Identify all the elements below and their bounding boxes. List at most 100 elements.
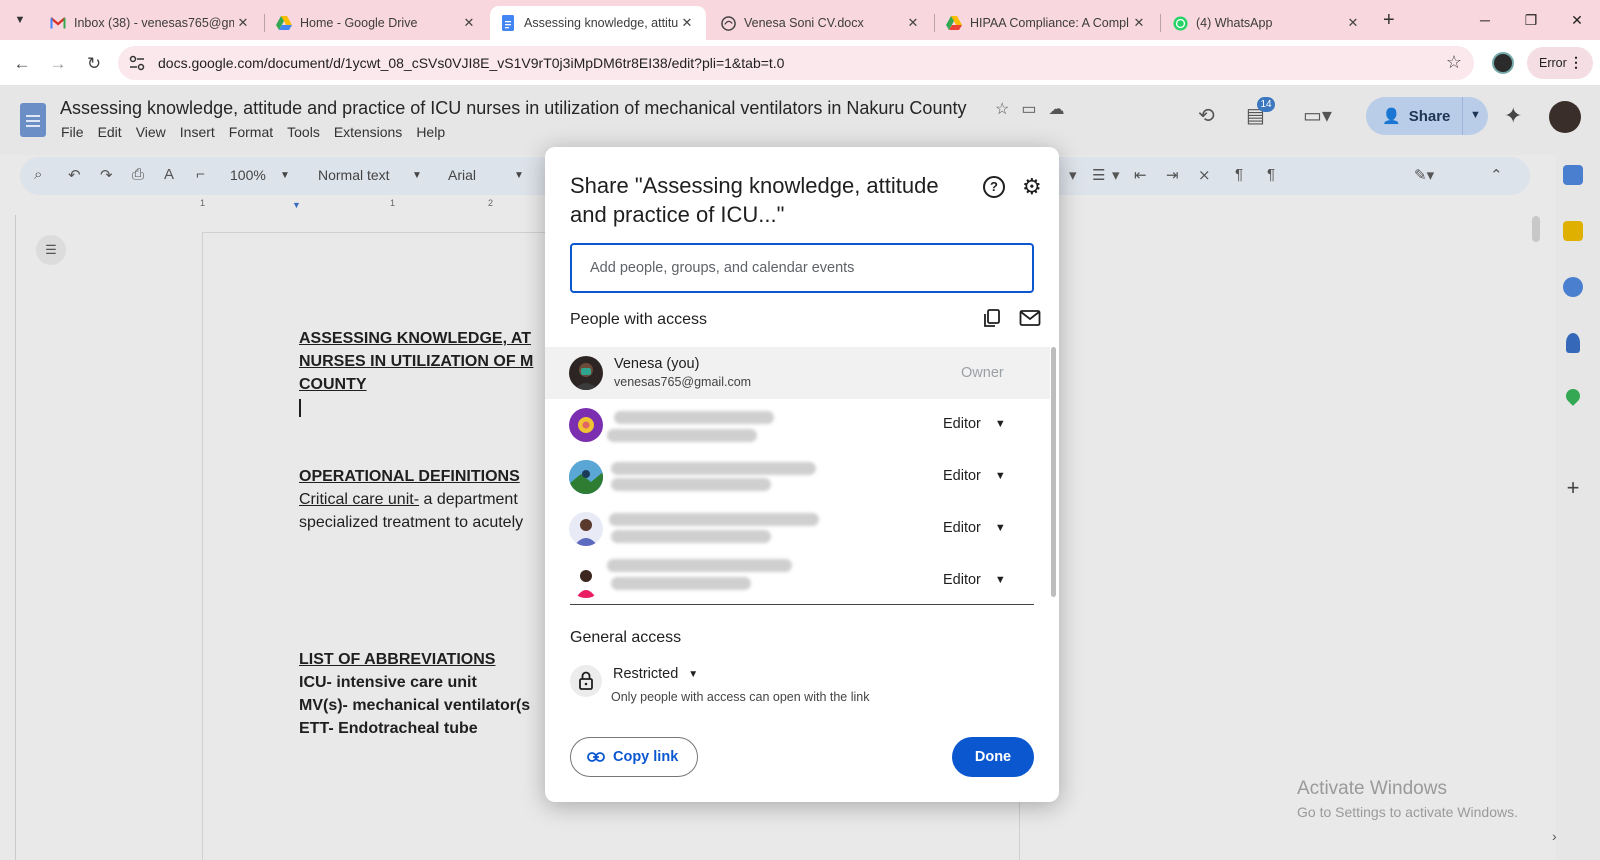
back-icon[interactable]: ←: [10, 52, 34, 76]
spellcheck-icon[interactable]: A: [164, 166, 174, 183]
help-icon[interactable]: ?: [983, 176, 1005, 198]
font-select[interactable]: Arial: [448, 167, 476, 183]
paint-format-icon[interactable]: ⌐: [196, 166, 205, 183]
move-folder-icon[interactable]: ▭: [1021, 99, 1036, 119]
hide-menus-icon[interactable]: ⌃: [1490, 166, 1503, 184]
restore-icon[interactable]: ❐: [1516, 8, 1546, 32]
tab-cv-docx[interactable]: Venesa Soni CV.docx ✕: [710, 6, 932, 40]
gemini-sparkle-icon[interactable]: ✦: [1504, 103, 1522, 129]
star-icon[interactable]: ☆: [995, 99, 1009, 119]
doc-paragraph-line[interactable]: specialized treatment to acutely: [299, 514, 523, 532]
doc-scrollbar[interactable]: [1532, 216, 1540, 242]
bookmark-star-icon[interactable]: ☆: [1446, 52, 1462, 73]
role-dropdown[interactable]: Editor ▼: [943, 572, 1006, 588]
profile-avatar[interactable]: [1492, 52, 1514, 74]
add-people-input[interactable]: [570, 243, 1034, 293]
outline-icon[interactable]: ☰: [36, 235, 66, 265]
doc-abbrev-line[interactable]: ICU- intensive care unit: [299, 674, 477, 692]
version-history-icon[interactable]: ⟲: [1198, 103, 1215, 128]
search-menus-icon[interactable]: ⌕: [34, 166, 42, 183]
tab-hipaa[interactable]: HIPAA Compliance: A Compl ✕: [936, 6, 1158, 40]
zoom-select[interactable]: 100%: [230, 167, 266, 183]
contacts-icon[interactable]: [1566, 333, 1580, 353]
site-settings-icon[interactable]: [128, 54, 146, 72]
font-caret-icon[interactable]: ▼: [514, 170, 524, 181]
role-dropdown[interactable]: Editor ▼: [943, 520, 1006, 536]
doc-heading-line[interactable]: COUNTY: [299, 376, 367, 394]
document-title[interactable]: Assessing knowledge, attitude and practi…: [60, 98, 966, 119]
increase-indent-icon[interactable]: ⇥: [1166, 166, 1179, 184]
rtl-paragraph-icon[interactable]: ¶: [1267, 166, 1275, 183]
tab-search-icon[interactable]: ▼: [8, 8, 32, 32]
doc-heading-line[interactable]: NURSES IN UTILIZATION OF M: [299, 353, 533, 371]
url-text[interactable]: docs.google.com/document/d/1ycwt_08_cSVs…: [158, 55, 784, 71]
tab-close-icon[interactable]: ✕: [1344, 15, 1362, 31]
numbered-list-icon[interactable]: ☰: [1092, 166, 1105, 184]
editing-mode-icon[interactable]: ✎▾: [1414, 166, 1434, 184]
email-people-icon[interactable]: [1019, 308, 1041, 328]
profile-error-button[interactable]: Error ⋮: [1527, 47, 1593, 79]
zoom-caret-icon[interactable]: ▼: [280, 170, 290, 181]
share-button[interactable]: 👤 Share ▼: [1366, 97, 1488, 135]
copy-link-button[interactable]: Copy link: [570, 737, 698, 777]
tab-whatsapp[interactable]: (4) WhatsApp ✕: [1162, 6, 1372, 40]
undo-icon[interactable]: ↶: [68, 166, 81, 184]
doc-abbrev-line[interactable]: MV(s)- mechanical ventilator(s: [299, 697, 530, 715]
clear-formatting-icon[interactable]: ⨯: [1198, 166, 1211, 184]
style-caret-icon[interactable]: ▼: [412, 170, 422, 181]
tab-google-drive[interactable]: Home - Google Drive ✕: [266, 6, 488, 40]
menu-insert[interactable]: Insert: [180, 124, 215, 140]
doc-section-heading[interactable]: OPERATIONAL DEFINITIONS: [299, 468, 520, 486]
style-select[interactable]: Normal text: [318, 167, 390, 183]
line-spacing-caret-icon[interactable]: ▾: [1069, 166, 1077, 184]
people-list-scrollbar[interactable]: [1051, 347, 1056, 597]
calendar-icon[interactable]: [1563, 165, 1583, 185]
role-dropdown[interactable]: Editor ▼: [943, 416, 1006, 432]
indent-marker-icon[interactable]: ▼: [292, 200, 301, 210]
menu-help[interactable]: Help: [416, 124, 445, 140]
menu-edit[interactable]: Edit: [98, 124, 122, 140]
docs-logo-icon[interactable]: [20, 103, 46, 137]
done-button[interactable]: Done: [952, 737, 1034, 777]
meet-icon[interactable]: ▭▾: [1303, 103, 1332, 128]
menu-file[interactable]: File: [61, 124, 84, 140]
tab-gmail[interactable]: Inbox (38) - venesas765@gm ✕: [40, 6, 262, 40]
redo-icon[interactable]: ↷: [100, 166, 113, 184]
doc-abbrev-line[interactable]: ETT- Endotracheal tube: [299, 720, 478, 738]
ltr-paragraph-icon[interactable]: ¶: [1235, 166, 1243, 183]
minimize-icon[interactable]: ─: [1470, 8, 1500, 32]
tab-close-icon[interactable]: ✕: [460, 15, 478, 31]
menu-tools[interactable]: Tools: [287, 124, 320, 140]
window-close-icon[interactable]: ✕: [1562, 8, 1592, 32]
doc-definition-line[interactable]: Critical care unit- a department: [299, 491, 518, 509]
general-access-select[interactable]: Restricted ▼: [613, 666, 698, 682]
list-caret-icon[interactable]: ▾: [1112, 166, 1120, 184]
menu-extensions[interactable]: Extensions: [334, 124, 402, 140]
copy-emails-icon[interactable]: [982, 308, 1002, 328]
role-dropdown[interactable]: Editor ▼: [943, 468, 1006, 484]
side-panel: [1556, 155, 1600, 860]
keep-icon[interactable]: [1563, 221, 1583, 241]
address-bar[interactable]: docs.google.com/document/d/1ycwt_08_cSVs…: [118, 46, 1474, 80]
tab-close-icon[interactable]: ✕: [678, 15, 696, 31]
new-tab-icon[interactable]: +: [1383, 9, 1395, 32]
menu-format[interactable]: Format: [229, 124, 273, 140]
expand-side-panel-icon[interactable]: ›: [1552, 828, 1557, 844]
cloud-saved-icon[interactable]: ☁: [1048, 99, 1064, 119]
doc-heading-line[interactable]: ASSESSING KNOWLEDGE, AT: [299, 330, 531, 348]
reload-icon[interactable]: ↻: [82, 52, 106, 76]
tasks-icon[interactable]: [1563, 277, 1583, 297]
user-avatar[interactable]: [1549, 101, 1581, 133]
print-icon[interactable]: ⎙: [132, 166, 144, 183]
gear-icon[interactable]: ⚙: [1022, 174, 1042, 200]
forward-icon[interactable]: →: [46, 52, 70, 76]
doc-section-heading[interactable]: LIST OF ABBREVIATIONS: [299, 651, 495, 669]
tab-docs-active[interactable]: Assessing knowledge, attitud ✕: [490, 6, 706, 40]
tab-close-icon[interactable]: ✕: [904, 15, 922, 31]
share-dropdown-icon[interactable]: ▼: [1470, 109, 1481, 121]
tab-close-icon[interactable]: ✕: [234, 15, 252, 31]
tab-close-icon[interactable]: ✕: [1130, 15, 1148, 31]
decrease-indent-icon[interactable]: ⇤: [1134, 166, 1147, 184]
add-addon-icon[interactable]: +: [1563, 477, 1583, 499]
menu-view[interactable]: View: [136, 124, 166, 140]
